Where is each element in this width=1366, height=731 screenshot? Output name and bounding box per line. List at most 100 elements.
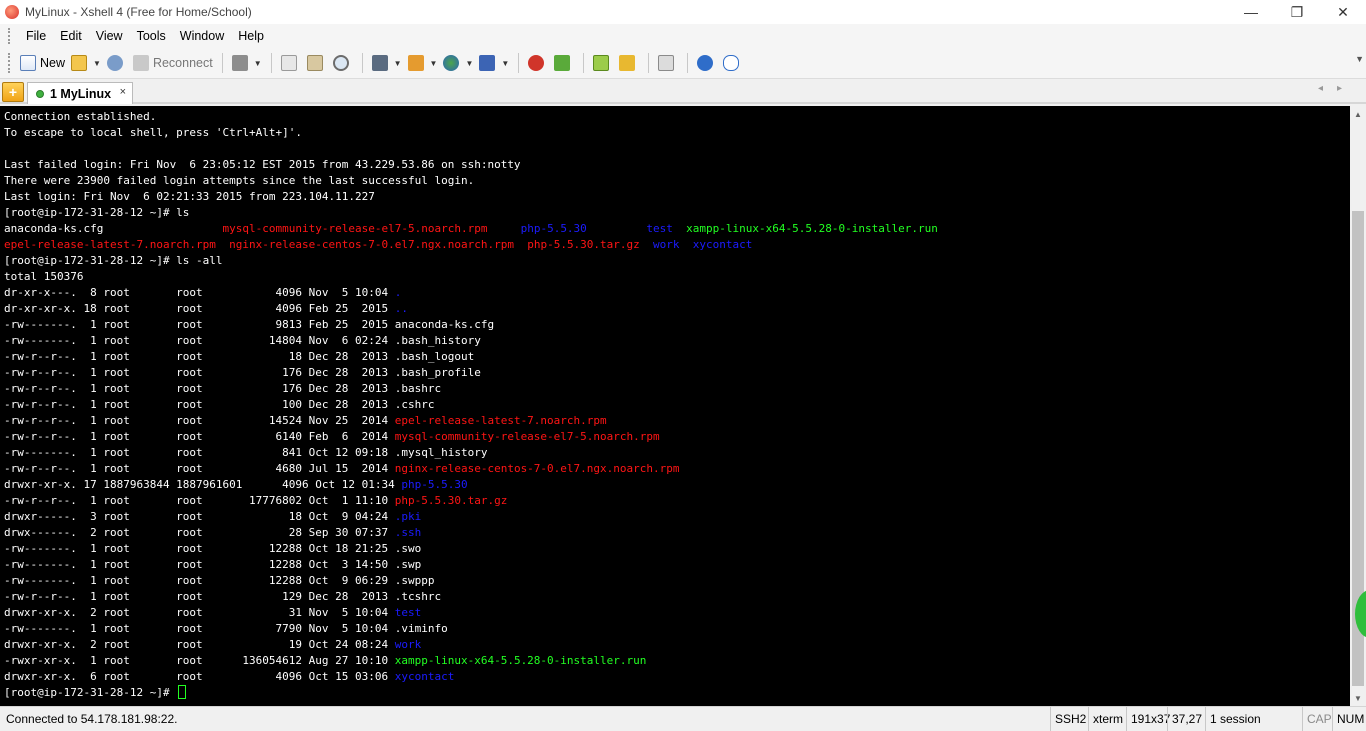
session-count-status: 1 session: [1205, 707, 1265, 731]
terminal-text-segment: epel-release-latest-7.noarch.rpm: [394, 414, 607, 427]
menu-window[interactable]: Window: [173, 29, 231, 43]
terminal-line: -rw-r--r--. 1 root root 17776802 Oct 1 1…: [4, 493, 1350, 509]
num-lock-indicator: NUM: [1332, 707, 1366, 731]
session-tab-bar: + 1 MyLinux × ◂▸: [0, 80, 1366, 104]
tab-scroll-arrows-icon[interactable]: ◂▸: [1318, 83, 1356, 94]
terminal-line: [root@ip-172-31-28-12 ~]# ls -all: [4, 253, 1350, 269]
xshell-app-icon: [5, 5, 19, 19]
properties-dropdown-arrow-icon[interactable]: ▼: [254, 59, 262, 68]
terminal-text-segment: -rwxr-xr-x. 1 root root 136054612 Aug 27…: [4, 654, 395, 667]
terminal-text-segment: xampp-linux-x64-5.5.28-0-installer.run: [686, 222, 938, 235]
scroll-down-icon[interactable]: ▼: [1350, 690, 1366, 706]
menu-tools[interactable]: Tools: [130, 29, 173, 43]
find-button[interactable]: [330, 51, 356, 75]
title-bar: MyLinux - Xshell 4 (Free for Home/School…: [0, 0, 1366, 24]
lock-button[interactable]: [616, 51, 642, 75]
new-session-button[interactable]: New: [17, 51, 68, 75]
terminal-text-segment: drwxr-xr-x. 2 root root 31 Nov 5 10:04: [4, 606, 395, 619]
toolbar: New ▼ Reconnect ▼ ▼ ▼ ▼ ▼ ▼: [0, 48, 1366, 79]
toolbar-overflow-icon[interactable]: ▼: [1355, 54, 1364, 64]
transfer-dropdown-arrow-icon[interactable]: ▼: [430, 59, 438, 68]
font-button[interactable]: ▼: [476, 51, 512, 75]
menu-grip[interactable]: [8, 28, 11, 44]
minimize-button[interactable]: —: [1228, 0, 1274, 24]
menu-file[interactable]: File: [19, 29, 53, 43]
close-window-button[interactable]: ✕: [1320, 0, 1366, 24]
window-controls: — ❐ ✕: [1228, 0, 1366, 24]
toolbar-separator: [583, 53, 585, 73]
font-dropdown-arrow-icon[interactable]: ▼: [501, 59, 509, 68]
help-button[interactable]: [694, 51, 720, 75]
terminal-line: -rw-r--r--. 1 root root 18 Dec 28 2013 .…: [4, 349, 1350, 365]
new-session-label: New: [40, 56, 66, 70]
terminal-line: drwxr-xr-x. 2 root root 19 Oct 24 08:24 …: [4, 637, 1350, 653]
terminal-text-segment: ..: [394, 302, 408, 315]
terminal-text-segment: -rw-r--r--. 1 root root 17776802 Oct 1 1…: [4, 494, 395, 507]
print-button[interactable]: ▼: [369, 51, 405, 75]
toolbar-separator: [270, 53, 272, 73]
open-dropdown-arrow-icon[interactable]: ▼: [93, 59, 101, 68]
open-folder-button[interactable]: ▼: [68, 51, 104, 75]
globe-dropdown-arrow-icon[interactable]: ▼: [465, 59, 473, 68]
properties-icon: [231, 55, 248, 71]
transfer-button[interactable]: ▼: [405, 51, 441, 75]
connection-status: Connected to 54.178.181.98:22.: [6, 712, 178, 726]
terminal-line: drwx------. 2 root root 28 Sep 30 07:37 …: [4, 525, 1350, 541]
protocol-status: SSH2: [1050, 707, 1090, 731]
paste-button[interactable]: [304, 51, 330, 75]
print-dropdown-arrow-icon[interactable]: ▼: [394, 59, 402, 68]
terminal-text-segment: -rw-r--r--. 1 root root 6140 Feb 6 2014: [4, 430, 395, 443]
terminal-line: -rw-r--r--. 1 root root 129 Dec 28 2013 …: [4, 589, 1350, 605]
terminal-text-segment: mysql-community-release-el7-5.noarch.rpm: [222, 222, 488, 235]
terminal-type-status: xterm: [1088, 707, 1127, 731]
terminal-text-segment: php-5.5.30: [520, 222, 587, 235]
restore-button[interactable]: ❐: [1274, 0, 1320, 24]
close-tab-button[interactable]: ×: [120, 86, 126, 98]
terminal-text-segment: [root@ip-172-31-28-12 ~]# ls: [4, 206, 190, 219]
chat-button[interactable]: [720, 51, 746, 75]
terminal-line: -rw-------. 1 root root 9813 Feb 25 2015…: [4, 317, 1350, 333]
script-button[interactable]: [551, 51, 577, 75]
terminal-text-segment: xampp-linux-x64-5.5.28-0-installer.run: [394, 654, 647, 667]
link-icon: [106, 55, 123, 71]
terminal-line: dr-xr-xr-x. 18 root root 4096 Feb 25 201…: [4, 301, 1350, 317]
terminal-text-segment: [root@ip-172-31-28-12 ~]#: [4, 686, 177, 699]
terminal-text-segment: total 150376: [4, 270, 84, 283]
terminal-text-segment: mysql-community-release-el7-5.noarch.rpm: [394, 430, 660, 443]
terminal-text-segment: drwxr-xr-x. 2 root root 19 Oct 24 08:24: [4, 638, 395, 651]
terminal-text-segment: Last failed login: Fri Nov 6 23:05:12 ES…: [4, 158, 521, 171]
menu-help[interactable]: Help: [231, 29, 271, 43]
scroll-up-icon[interactable]: ▲: [1350, 106, 1366, 122]
globe-button[interactable]: ▼: [440, 51, 476, 75]
transfer-icon: [407, 55, 424, 71]
menu-edit[interactable]: Edit: [53, 29, 89, 43]
terminal-line: total 150376: [4, 269, 1350, 285]
connect-button[interactable]: [104, 51, 130, 75]
properties-button[interactable]: ▼: [229, 51, 265, 75]
terminal-line: -rw-r--r--. 1 root root 176 Dec 28 2013 …: [4, 365, 1350, 381]
checkmark-icon: [554, 55, 571, 71]
terminal-line: -rw-r--r--. 1 root root 4680 Jul 15 2014…: [4, 461, 1350, 477]
terminal-line: Last login: Fri Nov 6 02:21:33 2015 from…: [4, 189, 1350, 205]
menu-view[interactable]: View: [89, 29, 130, 43]
toolbar-grip[interactable]: [8, 53, 11, 73]
layout-button[interactable]: [590, 51, 616, 75]
terminal-text-segment: dr-xr-x---. 8 root root 4096 Nov 5 10:04: [4, 286, 395, 299]
terminal-text-segment: -rw-------. 1 root root 12288 Oct 9 06:2…: [4, 574, 435, 587]
terminal-text-segment: Connection established.: [4, 110, 157, 123]
keyboard-button[interactable]: [655, 51, 681, 75]
terminal-text-segment: -rw-r--r--. 1 root root 4680 Jul 15 2014: [4, 462, 395, 475]
font-icon: [479, 55, 496, 71]
reconnect-button[interactable]: Reconnect: [130, 51, 216, 75]
terminal-text-segment: -rw-------. 1 root root 841 Oct 12 09:18…: [4, 446, 488, 459]
terminal-line: -rw-------. 1 root root 841 Oct 12 09:18…: [4, 445, 1350, 461]
terminal-line: To escape to local shell, press 'Ctrl+Al…: [4, 125, 1350, 141]
copy-button[interactable]: [278, 51, 304, 75]
xftp-button[interactable]: [525, 51, 551, 75]
terminal-output[interactable]: Connection established. To escape to loca…: [0, 106, 1350, 706]
add-session-button[interactable]: +: [2, 82, 24, 102]
tab-mylinux[interactable]: 1 MyLinux ×: [27, 82, 133, 104]
terminal-text-segment: There were 23900 failed login attempts s…: [4, 174, 475, 187]
